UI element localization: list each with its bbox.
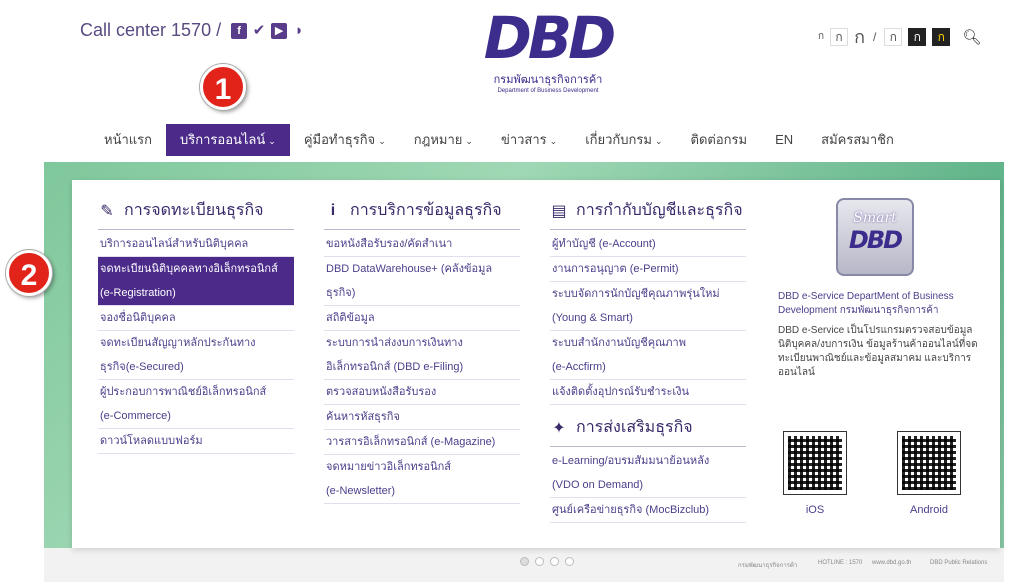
nav-news[interactable]: ข่าวสาร ⌄: [487, 124, 571, 156]
chevron-down-icon: ⌄: [465, 136, 473, 146]
edit-icon: ✎: [100, 202, 114, 220]
menu-link[interactable]: ระบบสำนักงานบัญชีคุณภาพ: [550, 331, 746, 355]
megaphone-icon: ✦: [552, 419, 566, 437]
logo-thai-name: กรมพัฒนาธุรกิจการค้า: [493, 74, 603, 86]
menu-col-accounting: ▤ การกำกับบัญชีและธุรกิจ ผู้ทำบัญชี (e-A…: [550, 198, 746, 523]
main-nav: หน้าแรก บริการออนไลน์ ⌄ คู่มือทำธุรกิจ ⌄ ก…: [90, 124, 908, 156]
menu-link[interactable]: วารสารอิเล็กทรอนิกส์ (e-Magazine): [324, 430, 520, 455]
social-links: f ✔ ▶ ◗: [231, 22, 307, 39]
menu-link[interactable]: DBD DataWarehouse+ (คลังข้อมูล: [324, 257, 520, 281]
menu-link[interactable]: ดาวน์โหลดแบบฟอร์ม: [98, 429, 294, 454]
menu-link[interactable]: ค้นหารหัสธุรกิจ: [324, 405, 520, 430]
info-icon: i: [330, 201, 336, 219]
search-icon[interactable]: 🔍︎: [962, 28, 981, 46]
carousel-dot[interactable]: [565, 557, 574, 566]
nav-law[interactable]: กฎหมาย ⌄: [400, 124, 487, 156]
menu-link[interactable]: ระบบการนำส่งงบการเงินทาง: [324, 331, 520, 355]
logo-english-name: Department of Business Development: [497, 88, 599, 94]
font-size-medium[interactable]: ก: [830, 27, 849, 46]
menu-link[interactable]: ผู้ประกอบการพาณิชย์อิเล็กทรอนิกส์: [98, 380, 294, 404]
footer-pr: DBD Public Relations: [930, 560, 988, 566]
menu-link[interactable]: สถิติข้อมูล: [324, 306, 520, 331]
logo-mark: DBD: [483, 4, 617, 72]
menu-link[interactable]: งานการอนุญาต (e-Permit): [550, 257, 746, 282]
carousel-dots: [520, 557, 574, 566]
carousel-dot[interactable]: [520, 557, 529, 566]
nav-online-services[interactable]: บริการออนไลน์ ⌄: [166, 124, 290, 156]
chevron-down-icon: ⌄: [378, 136, 386, 146]
menu-link[interactable]: ผู้ทำบัญชี (e-Account): [550, 232, 746, 257]
facebook-icon[interactable]: f: [231, 22, 248, 39]
menu-link[interactable]: บริการออนไลน์สำหรับนิติบุคคล: [98, 232, 294, 257]
chevron-down-icon: ⌄: [549, 136, 558, 146]
menu-link[interactable]: อิเล็กทรอนิกส์ (DBD e-Filing): [324, 355, 520, 380]
menu-link[interactable]: e-Learning/อบรมสัมมนาย้อนหลัง: [550, 449, 746, 473]
document-icon: ▤: [551, 202, 567, 220]
menu-link[interactable]: ธุรกิจ(e-Secured): [98, 355, 294, 380]
menu-link[interactable]: ตรวจสอบหนังสือรับรอง: [324, 380, 520, 405]
android-label[interactable]: Android: [894, 504, 964, 516]
header: Call center 1570 / f ✔ ▶ ◗ DBD กรมพัฒนาธ…: [0, 0, 1013, 100]
menu-link[interactable]: ระบบจัดการนักบัญชีคุณภาพรุ่นใหม่: [550, 282, 746, 306]
call-center: Call center 1570 / f ✔ ▶ ◗: [80, 20, 307, 41]
divider: /: [872, 29, 877, 44]
menu-col-information: i การบริการข้อมูลธุรกิจ ขอหนังสือรับรอง/…: [324, 198, 520, 504]
nav-home[interactable]: หน้าแรก: [90, 124, 166, 156]
chevron-down-icon: ⌄: [654, 136, 663, 146]
menu-link[interactable]: (e-Newsletter): [324, 479, 520, 504]
chevron-down-icon: ⌄: [268, 136, 276, 146]
col-subheading: ✦ การส่งเสริมธุรกิจ: [550, 415, 746, 447]
menu-col-registration: ✎ การจดทะเบียนธุรกิจ บริการออนไลน์สำหรับ…: [98, 198, 294, 454]
menu-link[interactable]: (Young & Smart): [550, 306, 746, 331]
contrast-normal[interactable]: ก: [884, 27, 903, 46]
ios-label[interactable]: iOS: [780, 504, 850, 516]
menu-link[interactable]: จองชื่อนิติบุคคล: [98, 306, 294, 331]
contrast-dark[interactable]: ก: [908, 27, 927, 46]
menu-link[interactable]: จดทะเบียนสัญญาหลักประกันทาง: [98, 331, 294, 355]
youtube-icon[interactable]: ▶: [271, 22, 288, 39]
nav-about[interactable]: เกี่ยวกับกรม ⌄: [571, 124, 676, 156]
font-size-small[interactable]: ก: [818, 29, 824, 44]
carousel-dot[interactable]: [535, 557, 544, 566]
footer-dept: กรมพัฒนาธุรกิจการค้า: [738, 563, 798, 569]
step-badge-2: 2: [6, 250, 52, 296]
accessibility-controls: ก ก ก / ก ก ก 🔍︎: [818, 22, 981, 51]
menu-link-e-registration[interactable]: จดทะเบียนนิติบุคคลทางอิเล็กทรอนิกส์: [98, 257, 294, 281]
eservice-info: DBD e-Service DepartMent of Business Dev…: [778, 290, 978, 380]
online-services-menu: ✎ การจดทะเบียนธุรกิจ บริการออนไลน์สำหรับ…: [72, 180, 1000, 548]
menu-link[interactable]: ธุรกิจ): [324, 281, 520, 306]
menu-link[interactable]: ศูนย์เครือข่ายธุรกิจ (MocBizclub): [550, 498, 746, 523]
qr-code-android[interactable]: [897, 431, 961, 495]
menu-link[interactable]: (e-Accfirm): [550, 355, 746, 380]
col-heading: ▤ การกำกับบัญชีและธุรกิจ: [550, 198, 746, 230]
eservice-description: DBD e-Service เป็นโปรแกรมตรวจสอบข้อมูลนิ…: [778, 325, 978, 378]
eservice-title: DBD e-Service DepartMent of Business Dev…: [778, 291, 954, 316]
menu-link[interactable]: (e-Commerce): [98, 404, 294, 429]
nav-register[interactable]: สมัครสมาชิก: [807, 124, 908, 156]
menu-link[interactable]: ขอหนังสือรับรอง/คัดสำเนา: [324, 232, 520, 257]
call-center-text: Call center 1570 /: [80, 20, 222, 40]
menu-link-e-registration-2[interactable]: (e-Registration): [98, 281, 294, 306]
footer-hotline: HOTLINE : 1570: [818, 560, 863, 566]
smart-dbd-app-icon[interactable]: Smart DBD: [836, 198, 914, 276]
rss-icon[interactable]: ◗: [291, 22, 307, 39]
col-heading: i การบริการข้อมูลธุรกิจ: [324, 198, 520, 230]
menu-link[interactable]: จดหมายข่าวอิเล็กทรอนิกส์: [324, 455, 520, 479]
qr-code-ios[interactable]: [783, 431, 847, 495]
twitter-icon[interactable]: ✔: [251, 22, 267, 39]
menu-link[interactable]: (VDO on Demand): [550, 473, 746, 498]
dbd-logo[interactable]: DBD กรมพัฒนาธุรกิจการค้า Department of B…: [478, 8, 618, 94]
footer-site: www.dbd.go.th: [872, 560, 912, 566]
font-size-large[interactable]: ก: [854, 22, 865, 51]
col-heading: ✎ การจดทะเบียนธุรกิจ: [98, 198, 294, 230]
contrast-yellow[interactable]: ก: [932, 27, 951, 46]
nav-contact[interactable]: ติดต่อกรม: [677, 124, 762, 156]
menu-link[interactable]: แจ้งติดตั้งอุปกรณ์รับชำระเงิน: [550, 380, 746, 405]
nav-business-guide[interactable]: คู่มือทำธุรกิจ ⌄: [290, 124, 400, 156]
carousel-dot[interactable]: [550, 557, 559, 566]
nav-english[interactable]: EN: [761, 124, 807, 156]
step-badge-1: 1: [200, 64, 246, 110]
